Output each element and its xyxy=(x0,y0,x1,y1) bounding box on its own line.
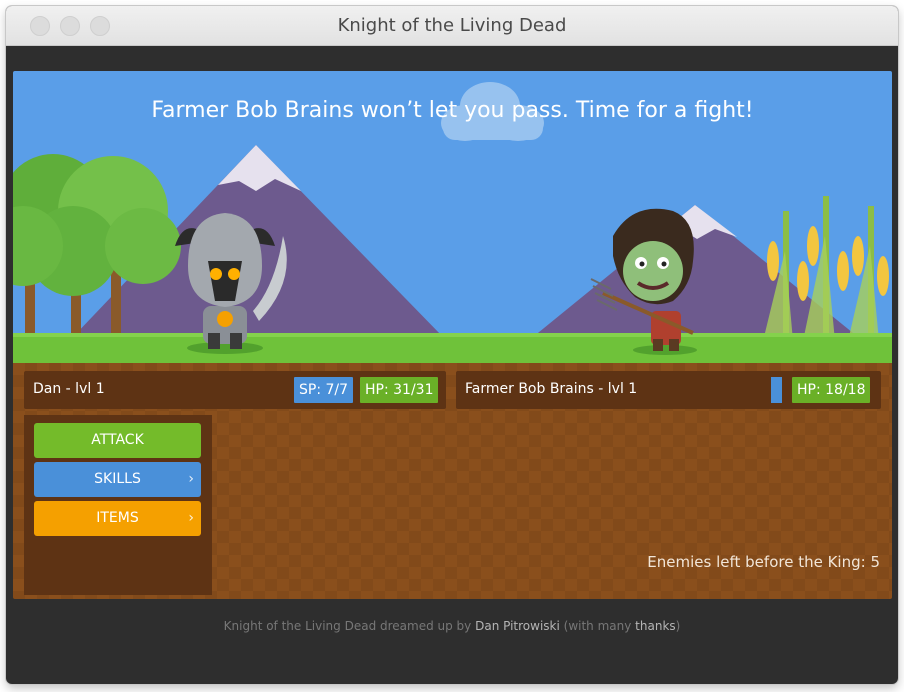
enemy-name-level: Farmer Bob Brains - lvl 1 xyxy=(465,381,638,397)
player-name-level: Dan - lvl 1 xyxy=(33,381,105,397)
footer-credits: Knight of the Living Dead dreamed up by … xyxy=(6,619,898,633)
player-sp-badge: SP: 7/7 xyxy=(294,377,354,403)
grass-strip xyxy=(13,333,892,363)
window-title: Knight of the Living Dead xyxy=(337,15,567,36)
chevron-right-icon: › xyxy=(188,510,194,526)
items-button-label: ITEMS xyxy=(96,510,139,526)
title-bar: Knight of the Living Dead xyxy=(6,6,898,46)
enemy-hp-badge: HP: 18/18 xyxy=(792,377,871,403)
player-hp-badge: HP: 31/31 xyxy=(360,377,439,403)
skills-button-label: SKILLS xyxy=(94,471,141,487)
player-status-bar: Dan - lvl 1 SP: 7/7 HP: 31/31 xyxy=(24,371,446,409)
footer-suffix: ) xyxy=(675,619,681,633)
battle-scene: Farmer Bob Brains won’t let you pass. Ti… xyxy=(13,71,892,363)
footer-middle: (with many xyxy=(559,619,636,633)
battle-headline: Farmer Bob Brains won’t let you pass. Ti… xyxy=(151,98,754,123)
enemies-left-counter: Enemies left before the King: 5 xyxy=(647,553,880,571)
enemy-status-bar: Farmer Bob Brains - lvl 1 HP: 18/18 xyxy=(456,371,881,409)
enemy-sp-gauge xyxy=(771,377,782,403)
footer-prefix: Knight of the Living Dead dreamed up by xyxy=(223,619,476,633)
skills-button[interactable]: SKILLS › xyxy=(34,462,201,497)
game-area: Farmer Bob Brains won’t let you pass. Ti… xyxy=(13,71,892,599)
battle-panel: Dan - lvl 1 SP: 7/7 HP: 31/31 Farmer Bob… xyxy=(13,363,892,599)
game-window: Knight of the Living Dead Farmer Bob Bra… xyxy=(6,6,898,684)
action-menu: ATTACK SKILLS › ITEMS › xyxy=(24,415,212,595)
items-button[interactable]: ITEMS › xyxy=(34,501,201,536)
chevron-right-icon: › xyxy=(188,471,194,487)
attack-button[interactable]: ATTACK xyxy=(34,423,201,458)
attack-button-label: ATTACK xyxy=(91,432,144,448)
author-link[interactable]: Dan Pitrowiski xyxy=(475,619,560,633)
thanks-link[interactable]: thanks xyxy=(635,619,675,633)
